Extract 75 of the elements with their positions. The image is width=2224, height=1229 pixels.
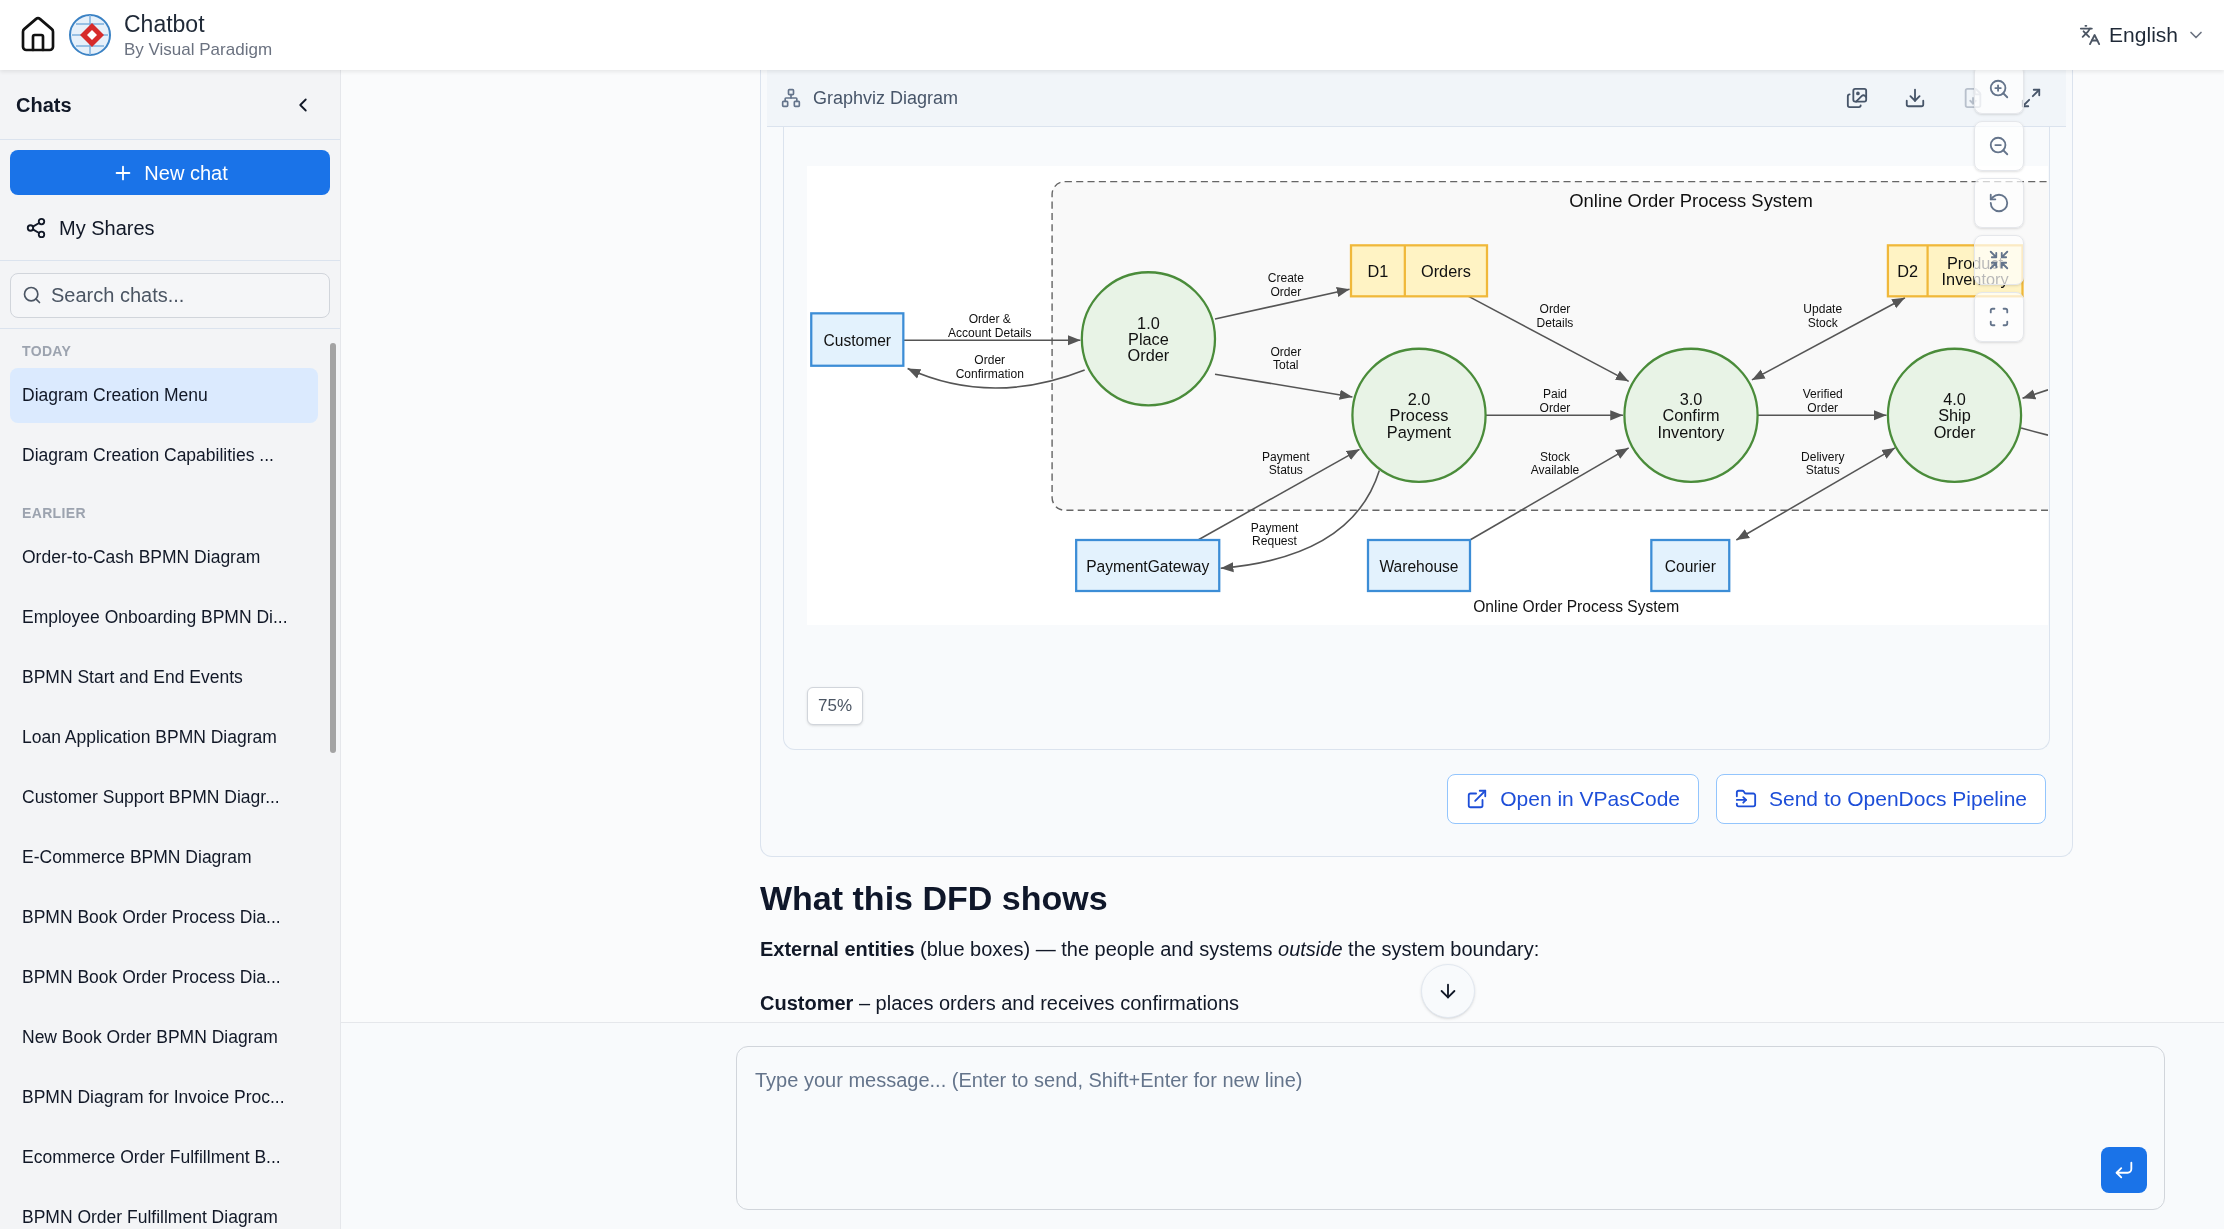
zoom-out-icon [1988, 135, 2010, 157]
paragraph: Customer – places orders and receives confirmations [760, 990, 1240, 1016]
action-button[interactable]: Open in VPasCode [1447, 773, 1699, 824]
diagram-icon [781, 88, 801, 108]
chat-item[interactable]: Customer Support BPMN Diagr... [10, 770, 318, 825]
fullscreen-button[interactable] [1974, 292, 2024, 342]
send-button[interactable] [2101, 1147, 2147, 1193]
chat-item[interactable]: Order-to-Cash BPMN Diagram [10, 530, 318, 585]
flow-label: Paid Order [1539, 387, 1571, 415]
panel-title: Graphviz Diagram [813, 86, 959, 110]
chat-item[interactable]: BPMN Start and End Events [10, 650, 318, 705]
flow-label: Stock Available [1530, 449, 1580, 478]
group-label: TODAY [21, 342, 73, 361]
chat-item[interactable]: Loan Application BPMN Diagram [10, 710, 318, 765]
reset-icon [1988, 192, 2010, 214]
process-circle: 2.0 Process Payment [1351, 347, 1487, 484]
flow-label: Order Details [1536, 302, 1574, 330]
flow-arrow [2021, 389, 2048, 400]
process-circle: 4.0 Ship Order [1886, 347, 2023, 484]
zoom-out-button[interactable] [1974, 121, 2024, 171]
entity-box: Courier [1650, 538, 1731, 593]
chat-item[interactable]: New Book Order BPMN Diagram [10, 1010, 318, 1065]
zoom-level: 75% [807, 687, 864, 725]
flow-label: Order Total [1270, 344, 1302, 373]
enter-icon [2113, 1159, 2135, 1181]
zoom-in-button[interactable] [1974, 70, 2024, 114]
diagram-caption: Online Order Process System [1473, 598, 1680, 616]
flow-label: Delivery Status [1801, 449, 1845, 478]
entity-box: Customer [810, 312, 905, 367]
flow-label: Verified Order [1802, 387, 1843, 415]
boundary-title: Online Order Process System [1569, 190, 1813, 212]
chat-item[interactable]: Diagram Creation Capabilities ... [10, 428, 318, 483]
download-icon[interactable] [1904, 87, 1926, 109]
my-shares-link[interactable]: My Shares [0, 195, 340, 261]
zoom-in-icon [1988, 78, 2010, 100]
flow-label: Order & Account Details [947, 312, 1032, 340]
search-field[interactable]: Search chats... [10, 273, 330, 318]
copy-image-icon[interactable] [1846, 87, 1868, 109]
section-heading: What this DFD shows [760, 877, 1109, 919]
chat-item[interactable]: E-Commerce BPMN Diagram [10, 830, 318, 885]
flow-label: Payment Status [1262, 449, 1310, 478]
logo-icon [68, 13, 112, 57]
chat-item[interactable]: BPMN Book Order Process Dia... [10, 950, 318, 1005]
entity-box: Warehouse [1366, 538, 1472, 593]
sidebar-title: Chats [16, 92, 72, 118]
flow-label: Order Confirmation [955, 353, 1024, 381]
entity-box: PaymentGateway [1075, 538, 1221, 593]
scroll-down-button[interactable] [1421, 964, 1475, 1018]
translate-icon [2079, 24, 2102, 46]
process-circle: 3.0 Confirm Inventory [1623, 347, 1759, 484]
app-subtitle: By Visual Paradigm [124, 38, 273, 60]
flow-label: Update Stock [1803, 302, 1843, 330]
search-icon [22, 285, 42, 305]
new-chat-button[interactable]: New chat [10, 150, 330, 195]
external-link-icon [1466, 787, 1489, 810]
flow-label: Create Order [1267, 271, 1304, 299]
chat-item[interactable]: Diagram Creation Menu [10, 368, 318, 423]
process-circle: 1.0 Place Order [1080, 271, 1217, 407]
language-select[interactable]: English [2079, 19, 2206, 51]
paragraph: External entities (blue boxes) — the people and systems outside the system boundary: [760, 936, 1540, 962]
group-label: EARLIER [21, 504, 87, 523]
fullscreen-icon [1988, 306, 2010, 328]
folder-arrow-icon [1735, 787, 1757, 810]
action-button[interactable]: Send to OpenDocs Pipeline [1716, 773, 2046, 824]
data-store: D1 Orders [1349, 244, 1489, 298]
chat-item[interactable]: Ecommerce Order Fulfillment B... [10, 1130, 318, 1185]
message-field[interactable]: Type your message... (Enter to send, Shift+Enter for new line) [736, 1046, 2165, 1210]
chat-item[interactable]: Employee Onboarding BPMN Di... [10, 590, 318, 645]
share-icon [25, 216, 47, 239]
chat-item[interactable]: BPMN Order Fulfillment Diagram [10, 1190, 318, 1229]
flow-label: Payment Request [1250, 520, 1299, 549]
reset-button[interactable] [1974, 178, 2024, 228]
chat-item[interactable]: BPMN Diagram for Invoice Proc... [10, 1070, 318, 1125]
app-title: Chatbot [124, 10, 206, 39]
chat-item[interactable]: BPMN Book Order Process Dia... [10, 890, 318, 945]
